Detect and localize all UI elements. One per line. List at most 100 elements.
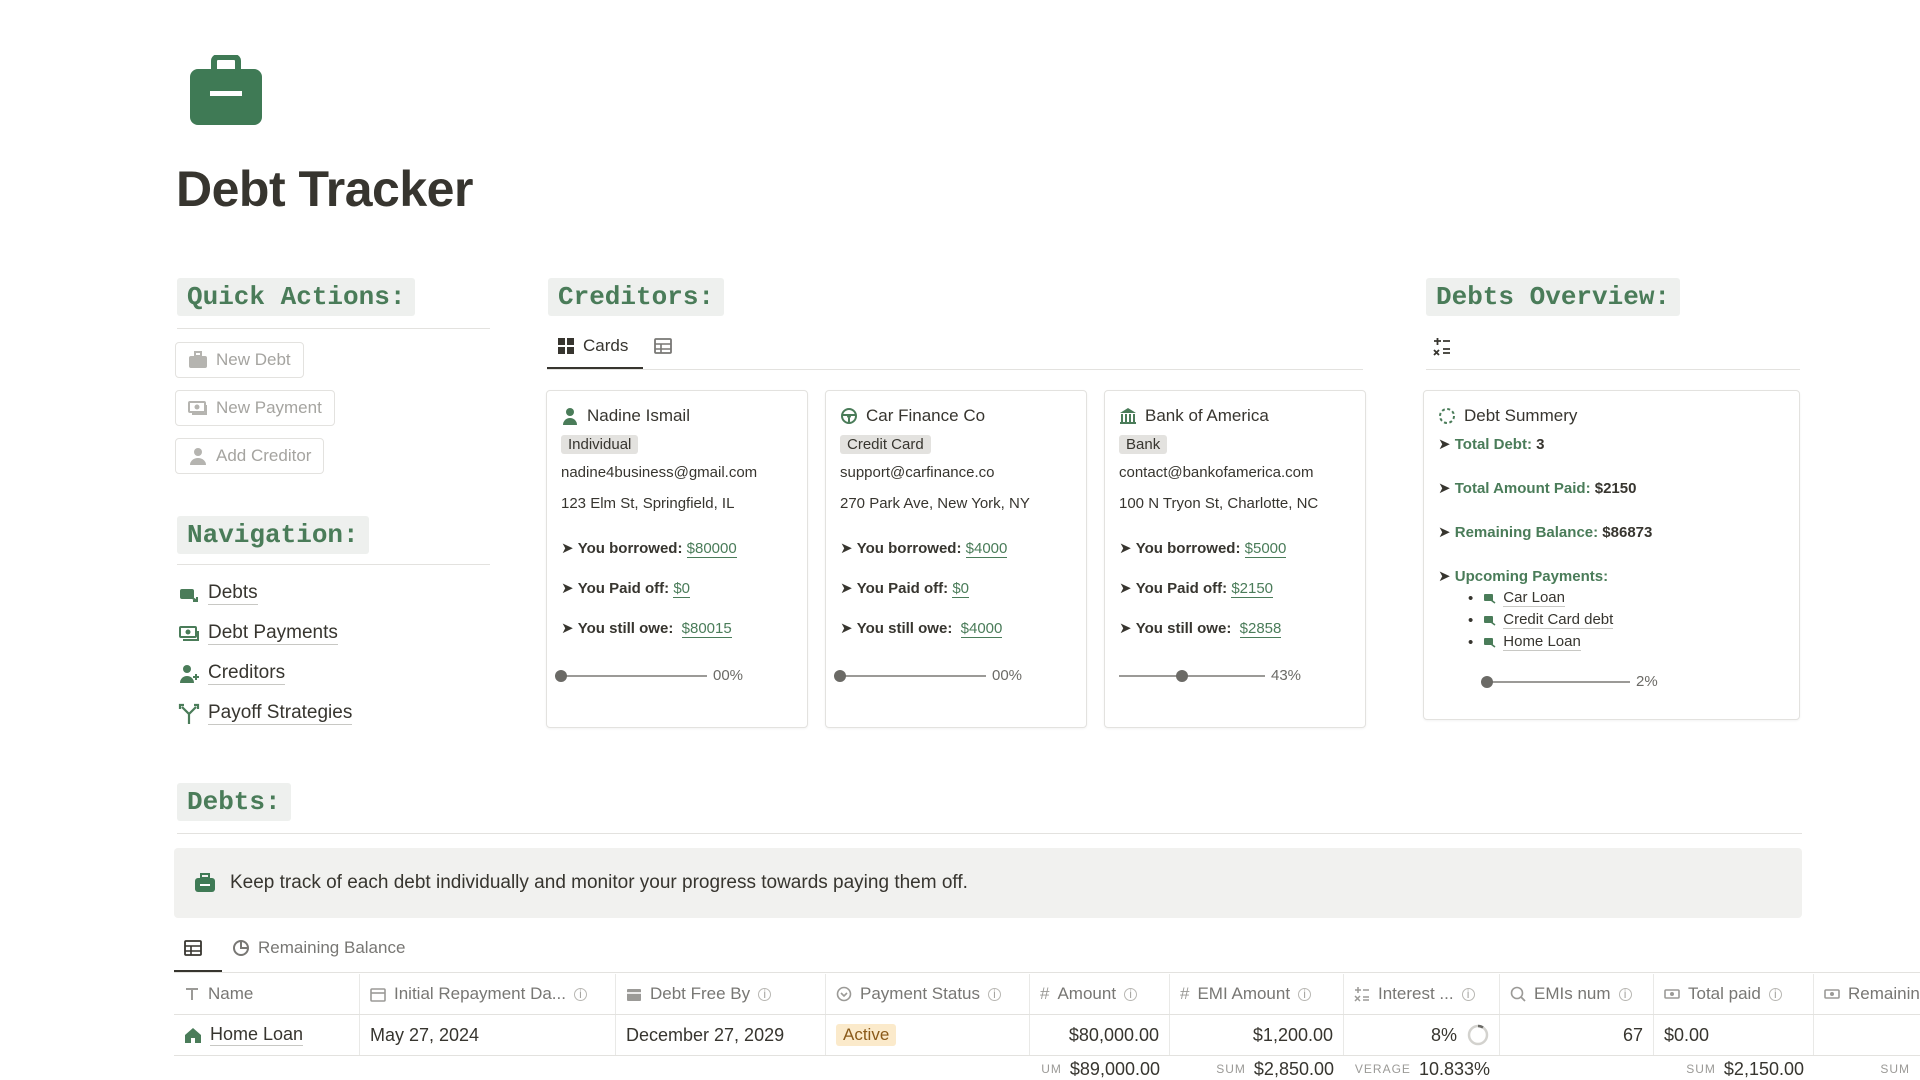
column-header-initial-repayment[interactable]: Initial Repayment Da... i xyxy=(360,974,616,1014)
payment-icon xyxy=(179,625,199,641)
new-debt-button[interactable]: New Debt xyxy=(175,342,304,378)
column-header-name[interactable]: Name xyxy=(174,974,360,1014)
nav-item-debt-payments[interactable]: Debt Payments xyxy=(178,622,338,645)
cell-interest[interactable]: 8% xyxy=(1344,1015,1500,1055)
search-money-icon xyxy=(1510,986,1526,1002)
info-icon: i xyxy=(1618,987,1632,1001)
cell-emi-amount[interactable]: $1,200.00 xyxy=(1170,1015,1344,1055)
borrowed-row: ➤ You borrowed: $80000 xyxy=(561,540,737,558)
cell-name[interactable]: Home Loan xyxy=(174,1015,360,1055)
footer-emi[interactable]: SUM $2,850.00 xyxy=(1170,1058,1344,1080)
list-item[interactable]: Car Loan xyxy=(1468,589,1785,607)
bank-icon xyxy=(1120,408,1136,424)
briefcase-icon xyxy=(195,873,215,892)
column-header-debt-free-by[interactable]: Debt Free By i xyxy=(616,974,826,1014)
column-header-payment-status[interactable]: Payment Status i xyxy=(826,974,1030,1014)
cell-payment-status[interactable]: Active xyxy=(826,1015,1030,1055)
add-creditor-button[interactable]: Add Creditor xyxy=(175,438,325,474)
nav-item-payoff-strategies[interactable]: Payoff Strategies xyxy=(178,702,353,725)
creditor-card[interactable]: Car Finance Co Credit Card support@carfi… xyxy=(825,390,1087,728)
remaining-balance-row: ➤ Remaining Balance: $86873 xyxy=(1438,524,1653,541)
creditor-email: support@carfinance.co xyxy=(840,464,995,481)
footer-remaining[interactable]: SUM xyxy=(1814,1058,1920,1080)
home-icon xyxy=(185,1028,201,1043)
divider xyxy=(174,972,1920,973)
list-item[interactable]: Home Loan xyxy=(1468,633,1785,651)
footer-total-paid[interactable]: SUM $2,150.00 xyxy=(1654,1058,1814,1080)
info-icon: i xyxy=(1298,987,1312,1001)
divider xyxy=(177,328,490,329)
table-row[interactable]: Home Loan May 27, 2024 December 27, 2029… xyxy=(174,1015,1920,1055)
borrowed-value[interactable]: $80000 xyxy=(686,540,737,558)
tab-table[interactable] xyxy=(654,326,672,366)
cell-debt-free-by[interactable]: December 27, 2029 xyxy=(616,1015,826,1055)
status-badge: Active xyxy=(836,1024,897,1046)
creditor-card[interactable]: Nadine Ismail Individual nadine4business… xyxy=(546,390,808,728)
debts-heading: Debts: xyxy=(177,783,291,821)
divider xyxy=(1426,369,1800,370)
nav-item-label: Debt Payments xyxy=(208,622,338,645)
column-header-interest[interactable]: Interest ... i xyxy=(1344,974,1500,1014)
view-tab-table[interactable] xyxy=(184,928,202,968)
cell-amount[interactable]: $80,000.00 xyxy=(1030,1015,1170,1055)
column-header-emis-num[interactable]: EMIs num i xyxy=(1500,974,1654,1014)
view-tab-remaining-balance[interactable]: Remaining Balance xyxy=(232,928,405,968)
callout-text: Keep track of each debt individually and… xyxy=(230,872,968,893)
borrowed-row: ➤ You borrowed: $4000 xyxy=(840,540,1008,558)
footer-interest[interactable]: VERAGE 10.833% xyxy=(1344,1058,1500,1080)
nav-item-debts[interactable]: Debts xyxy=(178,582,258,605)
nav-item-creditors[interactable]: Creditors xyxy=(178,662,286,685)
cell-total-paid[interactable]: $0.00 xyxy=(1654,1015,1814,1055)
info-icon: i xyxy=(1768,987,1782,1001)
creditor-name: Bank of America xyxy=(1145,406,1269,425)
briefcase-page-icon xyxy=(190,55,262,125)
column-header-emi-amount[interactable]: # EMI Amount i xyxy=(1170,974,1344,1014)
list-item[interactable]: Credit Card debt xyxy=(1468,611,1785,629)
add-creditor-label: Add Creditor xyxy=(216,446,312,465)
column-header-total-paid[interactable]: Total paid i xyxy=(1654,974,1814,1014)
calendar-icon xyxy=(627,989,641,1001)
footer-amount[interactable]: UM $89,000.00 xyxy=(1030,1058,1170,1080)
upcoming-payments-list: Car Loan Credit Card debt Home Loan xyxy=(1468,589,1785,651)
debt-summary-card[interactable]: Debt Summery ➤ Total Debt: 3 ➤ Total Amo… xyxy=(1423,390,1800,720)
creditor-card[interactable]: Bank of America Bank contact@bankofameri… xyxy=(1104,390,1366,728)
owe-value[interactable]: $80015 xyxy=(681,620,732,638)
progress-ring-icon xyxy=(1467,1024,1489,1046)
divider xyxy=(547,369,1363,370)
paid-row: ➤ You Paid off: $2150 xyxy=(1119,580,1274,598)
owe-value[interactable]: $2858 xyxy=(1239,620,1282,638)
nav-item-label: Payoff Strategies xyxy=(208,702,353,725)
tab-label: Remaining Balance xyxy=(258,938,406,957)
creditor-address: 270 Park Ave, New York, NY xyxy=(840,495,1030,512)
paid-value[interactable]: $0 xyxy=(673,580,690,598)
divider xyxy=(177,564,490,565)
tab-cards[interactable]: Cards xyxy=(557,326,628,366)
pie-icon xyxy=(233,940,249,956)
column-header-amount[interactable]: # Amount i xyxy=(1030,974,1170,1014)
divider xyxy=(174,1055,1920,1056)
column-header-remaining[interactable]: Remainin xyxy=(1814,974,1920,1014)
creditor-name: Nadine Ismail xyxy=(587,406,690,425)
paid-value[interactable]: $2150 xyxy=(1231,580,1274,598)
summary-title: Debt Summery xyxy=(1464,406,1578,425)
borrowed-value[interactable]: $5000 xyxy=(1244,540,1287,558)
progress-knob xyxy=(1175,669,1188,682)
owe-value[interactable]: $4000 xyxy=(960,620,1003,638)
new-payment-button[interactable]: New Payment xyxy=(175,390,335,426)
info-icon: i xyxy=(758,987,772,1001)
money-icon xyxy=(188,401,207,415)
progress-bar: 00% xyxy=(834,667,1072,684)
calendar-icon xyxy=(370,988,386,1002)
cell-remaining[interactable] xyxy=(1814,1015,1920,1055)
calculator-icon[interactable] xyxy=(1432,336,1452,356)
paid-row: ➤ You Paid off: $0 xyxy=(561,580,690,598)
borrowed-value[interactable]: $4000 xyxy=(965,540,1008,558)
status-icon xyxy=(836,986,852,1002)
progress-text: 2% xyxy=(1636,673,1658,690)
paid-value[interactable]: $0 xyxy=(952,580,969,598)
cell-initial-repayment[interactable]: May 27, 2024 xyxy=(360,1015,616,1055)
debt-icon xyxy=(1484,616,1496,626)
creditor-icon xyxy=(180,664,199,683)
table-footer: UM $89,000.00 SUM $2,850.00 VERAGE 10.833% … xyxy=(174,1058,1920,1080)
cell-emis-num[interactable]: 67 xyxy=(1500,1015,1654,1055)
